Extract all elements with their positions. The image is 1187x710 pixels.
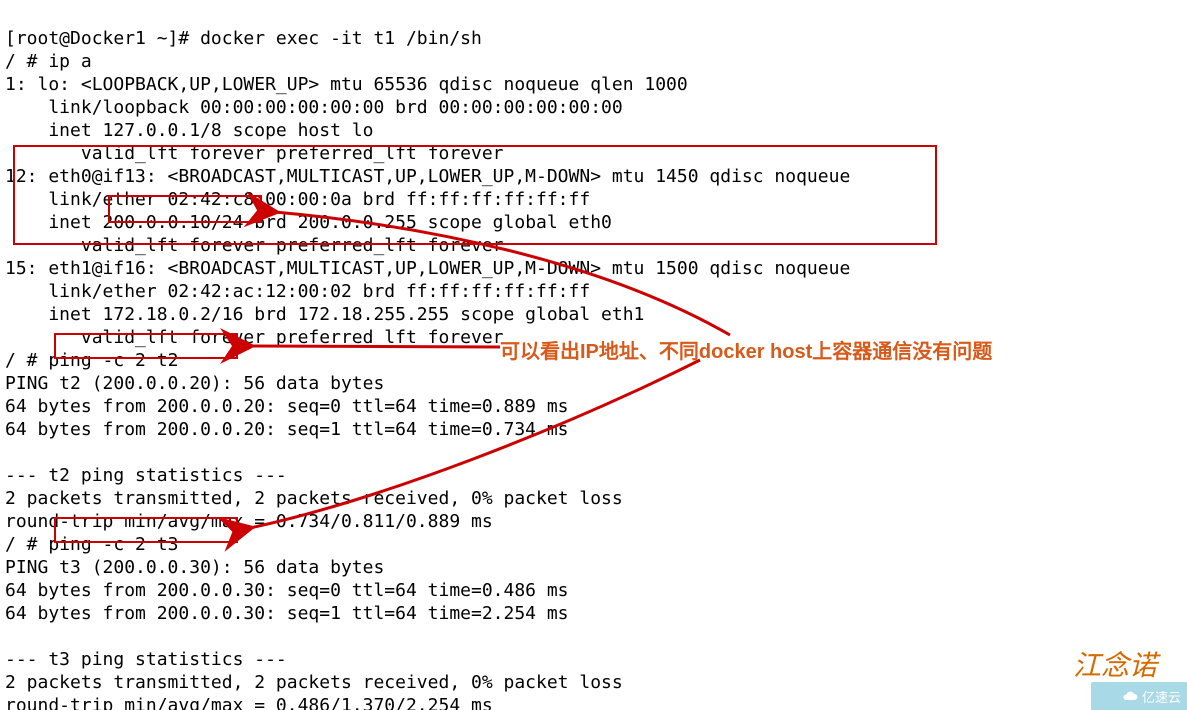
iface-eth0-ip: 200.0.0.10/24 bbox=[103, 212, 244, 233]
ping-t3-line2: 64 bytes from 200.0.0.30: seq=0 ttl=64 t… bbox=[5, 580, 569, 601]
iface-lo-inet: inet 127.0.0.1/8 scope host lo bbox=[5, 120, 373, 141]
iface-eth0-link: link/ether 02:42:c8:00:00:0a brd ff:ff:f… bbox=[5, 189, 590, 210]
cloud-icon bbox=[1122, 688, 1138, 704]
ping-t3-line1: PING t3 (200.0.0.30): 56 data bytes bbox=[5, 557, 384, 578]
ping-t3-stats2: round-trip min/avg/max = 0.486/1.370/2.2… bbox=[5, 695, 493, 710]
iface-eth1-valid: valid_lft forever preferred_lft forever bbox=[5, 327, 504, 348]
ping-t3-stats1: 2 packets transmitted, 2 packets receive… bbox=[5, 672, 623, 693]
yisu-logo-badge: 亿速云 bbox=[1091, 682, 1187, 710]
iface-eth1-inet: inet 172.18.0.2/16 brd 172.18.255.255 sc… bbox=[5, 304, 644, 325]
ping-t3-cmd: ping -c 2 t3 bbox=[48, 534, 178, 555]
iface-eth0-inet-post: brd 200.0.0.255 scope global eth0 bbox=[243, 212, 611, 233]
ping-t2-line1: PING t2 (200.0.0.20): 56 data bytes bbox=[5, 373, 384, 394]
iface-eth0-header: 12: eth0@if13: <BROADCAST,MULTICAST,UP,L… bbox=[5, 166, 850, 187]
iface-eth1-link: link/ether 02:42:ac:12:00:02 brd ff:ff:f… bbox=[5, 281, 590, 302]
ping-t2-line3: 64 bytes from 200.0.0.20: seq=1 ttl=64 t… bbox=[5, 419, 569, 440]
ping-t3-prompt-pre: / # bbox=[5, 534, 48, 555]
iface-eth0-valid: valid_lft forever preferred_lft forever bbox=[5, 235, 504, 256]
ping-t3-line3: 64 bytes from 200.0.0.30: seq=1 ttl=64 t… bbox=[5, 603, 569, 624]
iface-lo-valid: valid_lft forever preferred_lft forever bbox=[5, 143, 504, 164]
ping-t2-stats1: 2 packets transmitted, 2 packets receive… bbox=[5, 488, 623, 509]
cmd-ip-a: / # ip a bbox=[5, 51, 92, 72]
shell-prompt-line: [root@Docker1 ~]# docker exec -it t1 /bi… bbox=[5, 28, 482, 49]
ping-t3-stats-hdr: --- t3 ping statistics --- bbox=[5, 649, 287, 670]
ping-t2-stats2: round-trip min/avg/max = 0.734/0.811/0.8… bbox=[5, 511, 493, 532]
terminal-output: [root@Docker1 ~]# docker exec -it t1 /bi… bbox=[0, 0, 1187, 710]
ping-t2-prompt-pre: / # bbox=[5, 350, 48, 371]
ping-t2-line2: 64 bytes from 200.0.0.20: seq=0 ttl=64 t… bbox=[5, 396, 569, 417]
iface-eth1-header: 15: eth1@if16: <BROADCAST,MULTICAST,UP,L… bbox=[5, 258, 850, 279]
iface-lo-header: 1: lo: <LOOPBACK,UP,LOWER_UP> mtu 65536 … bbox=[5, 74, 688, 95]
iface-lo-link: link/loopback 00:00:00:00:00:00 brd 00:0… bbox=[5, 97, 623, 118]
yisu-label: 亿速云 bbox=[1142, 687, 1181, 706]
ping-t2-cmd: ping -c 2 t2 bbox=[48, 350, 178, 371]
ping-t2-stats-hdr: --- t2 ping statistics --- bbox=[5, 465, 287, 486]
iface-eth0-inet-pre: inet bbox=[5, 212, 103, 233]
